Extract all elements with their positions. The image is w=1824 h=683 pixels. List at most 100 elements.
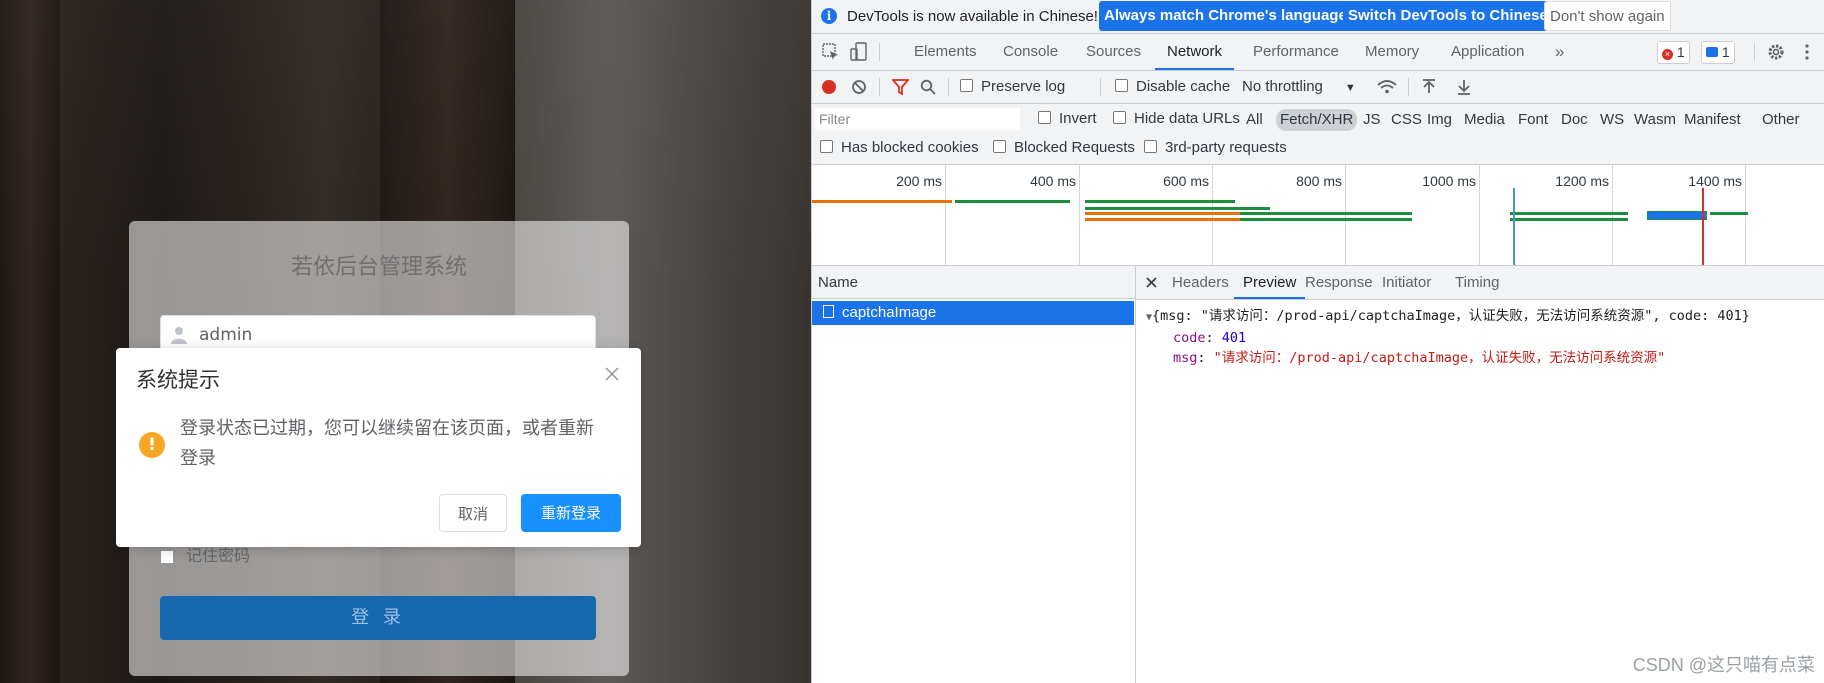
type-filter-manifest[interactable]: Manifest xyxy=(1684,109,1741,131)
request-row[interactable]: captchaImage xyxy=(812,301,1134,325)
clear-icon[interactable] xyxy=(851,79,867,95)
message-badge[interactable]: 1 xyxy=(1701,41,1735,64)
relogin-button[interactable]: 重新登录 xyxy=(521,494,621,532)
tab-network[interactable]: Network xyxy=(1155,34,1235,70)
type-filter-font[interactable]: Font xyxy=(1518,109,1548,131)
checkbox[interactable] xyxy=(993,140,1006,153)
blocked-cookies-checkbox[interactable]: Has blocked cookies xyxy=(820,137,979,159)
timeline-bar xyxy=(1240,218,1412,221)
name-column-header[interactable]: Name xyxy=(812,266,1135,299)
tab-initiator[interactable]: Initiator xyxy=(1382,266,1431,299)
throttling-value: No throttling xyxy=(1242,78,1323,95)
type-filter-ws[interactable]: WS xyxy=(1600,109,1624,131)
tab-response[interactable]: Response xyxy=(1305,266,1373,299)
tick-line xyxy=(1479,165,1480,265)
cancel-button[interactable]: 取消 xyxy=(439,494,507,532)
preserve-log-checkbox[interactable]: Preserve log xyxy=(960,71,1065,103)
tab-preview[interactable]: Preview xyxy=(1234,266,1306,299)
detail-tabbar: Headers Preview Response Initiator Timin… xyxy=(1136,266,1824,300)
json-root[interactable]: ▼{msg: "请求访问：/prod-api/captchaImage，认证失败… xyxy=(1146,306,1750,328)
tab-timing[interactable]: Timing xyxy=(1455,266,1499,299)
tick-label: 1400 ms xyxy=(1688,173,1742,189)
timeline-bar xyxy=(1085,218,1240,221)
json-code-value: 401 xyxy=(1221,330,1247,346)
network-conditions-icon[interactable] xyxy=(1377,79,1397,95)
blocked-requests-label: Blocked Requests xyxy=(1014,139,1135,156)
tab-performance[interactable]: Performance xyxy=(1253,34,1339,70)
preserve-log-label: Preserve log xyxy=(981,78,1066,95)
remember-label: 记住密码 xyxy=(186,546,251,565)
type-filter-fetch-xhr[interactable]: Fetch/XHR xyxy=(1276,109,1358,131)
dont-show-button[interactable]: Don't show again xyxy=(1544,1,1671,31)
invert-checkbox[interactable]: Invert xyxy=(1038,108,1097,130)
json-preview: ▼{msg: "请求访问：/prod-api/captchaImage，认证失败… xyxy=(1146,306,1750,368)
devtools-panel: i DevTools is now available in Chinese! … xyxy=(811,0,1824,683)
tab-console[interactable]: Console xyxy=(1003,34,1058,70)
type-filter-all[interactable]: All xyxy=(1246,109,1263,131)
checkbox[interactable] xyxy=(820,140,833,153)
more-tabs-icon[interactable]: » xyxy=(1555,34,1564,70)
tick-label: 200 ms xyxy=(896,173,942,189)
hide-data-urls-checkbox[interactable]: Hide data URLs xyxy=(1113,108,1240,130)
system-dialog: 系统提示 ! 登录状态已过期，您可以继续留在该页面，或者重新登录 取消 重新登录 xyxy=(116,348,641,547)
search-icon[interactable] xyxy=(920,79,936,95)
inspect-element-icon[interactable] xyxy=(822,43,840,61)
user-icon xyxy=(171,327,187,344)
import-har-icon[interactable] xyxy=(1422,79,1436,95)
third-party-checkbox[interactable]: 3rd-party requests xyxy=(1144,137,1287,159)
tab-sources[interactable]: Sources xyxy=(1086,34,1141,70)
request-name: captchaImage xyxy=(842,304,937,321)
json-code-line: code: 401 xyxy=(1173,330,1247,346)
throttling-select[interactable]: No throttling ▼ xyxy=(1242,71,1356,103)
third-party-label: 3rd-party requests xyxy=(1165,139,1287,156)
timeline-bar xyxy=(1510,212,1628,215)
tick-label: 800 ms xyxy=(1296,173,1342,189)
remember-checkbox[interactable] xyxy=(160,549,174,564)
checkbox[interactable] xyxy=(1038,111,1051,124)
type-filter-media[interactable]: Media xyxy=(1464,109,1505,131)
warning-icon: ! xyxy=(139,432,165,458)
filter-input[interactable]: Filter xyxy=(815,108,1020,130)
close-detail-icon[interactable] xyxy=(1146,277,1157,288)
tick-label: 1200 ms xyxy=(1555,173,1609,189)
match-language-button[interactable]: Always match Chrome's language xyxy=(1099,1,1352,31)
tab-application[interactable]: Application xyxy=(1451,34,1524,70)
timeline-bar xyxy=(1085,200,1235,203)
switch-chinese-button[interactable]: Switch DevTools to Chinese xyxy=(1343,1,1553,31)
checkbox[interactable] xyxy=(960,79,973,92)
type-filter-wasm[interactable]: Wasm xyxy=(1634,109,1676,131)
filter-icon[interactable] xyxy=(892,79,909,95)
checkbox[interactable] xyxy=(1115,79,1128,92)
checkbox[interactable] xyxy=(1144,140,1157,153)
tab-elements[interactable]: Elements xyxy=(914,34,977,70)
more-options-icon[interactable] xyxy=(1804,44,1810,60)
error-badge[interactable]: × 1 xyxy=(1657,41,1690,64)
record-icon[interactable] xyxy=(821,79,837,95)
device-toolbar-icon[interactable] xyxy=(850,42,868,62)
blocked-requests-checkbox[interactable]: Blocked Requests xyxy=(993,137,1135,159)
disable-cache-checkbox[interactable]: Disable cache xyxy=(1115,71,1230,103)
type-filter-other[interactable]: Other xyxy=(1762,109,1800,131)
dialog-message: 登录状态已过期，您可以继续留在该页面，或者重新登录 xyxy=(180,418,594,469)
timeline-bar xyxy=(1710,212,1748,215)
close-icon[interactable] xyxy=(604,366,620,382)
tick-label: 400 ms xyxy=(1030,173,1076,189)
timeline-overview[interactable]: 200 ms 400 ms 600 ms 800 ms 1000 ms 1200… xyxy=(812,165,1824,266)
type-filter-doc[interactable]: Doc xyxy=(1561,109,1588,131)
request-list: Name captchaImage xyxy=(812,266,1136,683)
timeline-bar xyxy=(955,200,1070,203)
type-filter-js[interactable]: JS xyxy=(1363,109,1381,131)
export-har-icon[interactable] xyxy=(1457,79,1471,95)
type-filter-img[interactable]: Img xyxy=(1427,109,1452,131)
type-filter-css[interactable]: CSS xyxy=(1391,109,1422,131)
disable-cache-label: Disable cache xyxy=(1136,78,1231,95)
tick-line xyxy=(1345,165,1346,265)
login-button[interactable]: 登 录 xyxy=(160,596,596,640)
tab-memory[interactable]: Memory xyxy=(1365,34,1419,70)
tab-headers[interactable]: Headers xyxy=(1172,266,1229,299)
separator xyxy=(879,43,880,61)
checkbox[interactable] xyxy=(1113,111,1126,124)
settings-gear-icon[interactable] xyxy=(1767,43,1785,61)
json-key: msg xyxy=(1173,350,1198,366)
json-msg-line: msg: "请求访问：/prod-api/captchaImage，认证失败，无… xyxy=(1173,350,1666,366)
